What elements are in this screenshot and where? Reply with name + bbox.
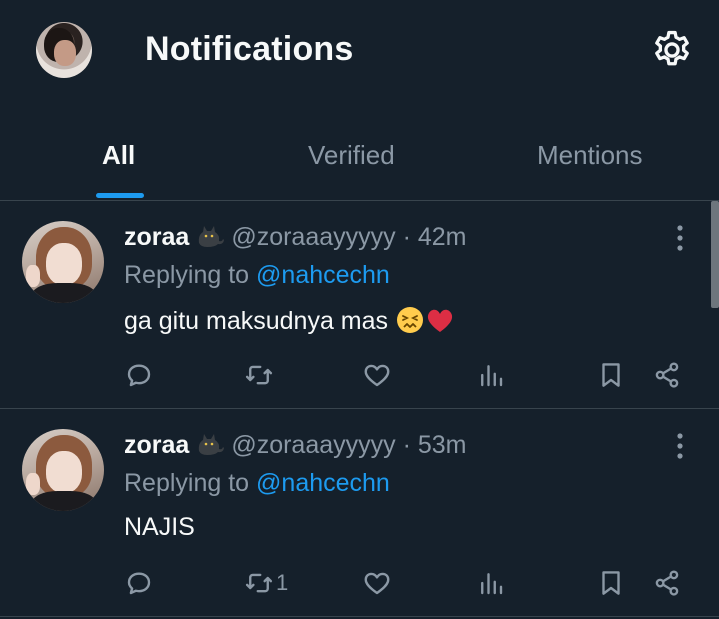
like-button[interactable] — [362, 563, 392, 603]
analytics-icon — [481, 365, 503, 387]
replying-to-handle[interactable]: @nahcechn — [256, 261, 390, 289]
profile-avatar[interactable] — [36, 22, 92, 78]
share-icon — [655, 570, 679, 596]
more-vertical-icon — [677, 433, 683, 459]
views-button[interactable] — [476, 563, 506, 603]
more-options-button[interactable] — [668, 429, 692, 465]
tweet-body: NAJIS — [124, 513, 195, 541]
retweet-icon — [245, 365, 273, 385]
author-handle[interactable]: @zoraaayyyyy — [231, 223, 395, 251]
red-heart-emoji-icon — [427, 309, 453, 332]
notifications-feed[interactable]: zoraa @zoraaayyyyy · 42m Replying to @na… — [0, 201, 719, 619]
active-tab-indicator — [96, 193, 144, 198]
tweet-actions — [0, 355, 719, 395]
black-cat-emoji-icon — [199, 226, 225, 247]
reply-icon — [127, 572, 151, 595]
replying-to-handle[interactable]: @nahcechn — [256, 469, 390, 497]
author-handle[interactable]: @zoraaayyyyy — [231, 431, 395, 459]
bookmark-icon — [602, 363, 620, 387]
tweet-header: zoraa @zoraaayyyyy · 53m — [124, 431, 467, 460]
bookmark-button[interactable] — [596, 355, 626, 395]
replying-to: Replying to @nahcechn — [124, 469, 390, 498]
more-vertical-icon — [677, 225, 683, 251]
page-title: Notifications — [145, 30, 354, 68]
tweet-text: NAJIS — [124, 513, 195, 542]
gear-icon — [655, 30, 689, 66]
confounded-face-emoji-icon — [396, 307, 423, 333]
share-button[interactable] — [652, 563, 682, 603]
separator-dot: · — [402, 223, 411, 251]
replying-to: Replying to @nahcechn — [124, 261, 390, 290]
reply-button[interactable] — [124, 355, 154, 395]
author-avatar[interactable] — [22, 221, 104, 303]
tweet-timestamp[interactable]: 53m — [418, 431, 467, 459]
bookmark-icon — [602, 571, 620, 595]
tweet-item[interactable]: zoraa @zoraaayyyyy · 53m Replying to @na… — [0, 409, 719, 617]
tab-verified[interactable]: Verified — [308, 140, 395, 171]
retweet-button[interactable] — [244, 355, 276, 395]
author-name[interactable]: zoraa — [124, 223, 189, 251]
tweet-timestamp[interactable]: 42m — [418, 223, 467, 251]
scrollbar-thumb[interactable] — [711, 201, 719, 308]
replying-prefix: Replying to — [124, 261, 250, 289]
tab-all[interactable]: All — [102, 140, 135, 171]
settings-button[interactable] — [650, 28, 694, 72]
retweet-button[interactable]: 1 — [244, 563, 288, 603]
tab-bar: All Verified Mentions — [0, 104, 719, 201]
black-cat-emoji-icon — [199, 434, 225, 455]
tab-mentions[interactable]: Mentions — [537, 140, 643, 171]
share-icon — [655, 362, 679, 388]
retweet-count: 1 — [276, 570, 289, 595]
reply-button[interactable] — [124, 563, 154, 603]
tweet-item[interactable]: zoraa @zoraaayyyyy · 42m Replying to @na… — [0, 201, 719, 409]
top-bar: Notifications — [0, 0, 719, 104]
replying-prefix: Replying to — [124, 469, 250, 497]
heart-icon — [364, 364, 390, 387]
tweet-header: zoraa @zoraaayyyyy · 42m — [124, 223, 467, 252]
tweet-actions: 1 — [0, 563, 719, 603]
separator-dot: · — [402, 431, 411, 459]
views-button[interactable] — [476, 355, 506, 395]
like-button[interactable] — [362, 355, 392, 395]
reply-icon — [127, 364, 151, 387]
tweet-body: ga gitu maksudnya mas — [124, 307, 389, 335]
retweet-icon — [245, 573, 273, 593]
author-avatar[interactable] — [22, 429, 104, 511]
author-name[interactable]: zoraa — [124, 431, 189, 459]
heart-icon — [364, 572, 390, 595]
analytics-icon — [481, 573, 503, 595]
more-options-button[interactable] — [668, 221, 692, 257]
bookmark-button[interactable] — [596, 563, 626, 603]
tweet-text: ga gitu maksudnya mas — [124, 305, 455, 336]
share-button[interactable] — [652, 355, 682, 395]
